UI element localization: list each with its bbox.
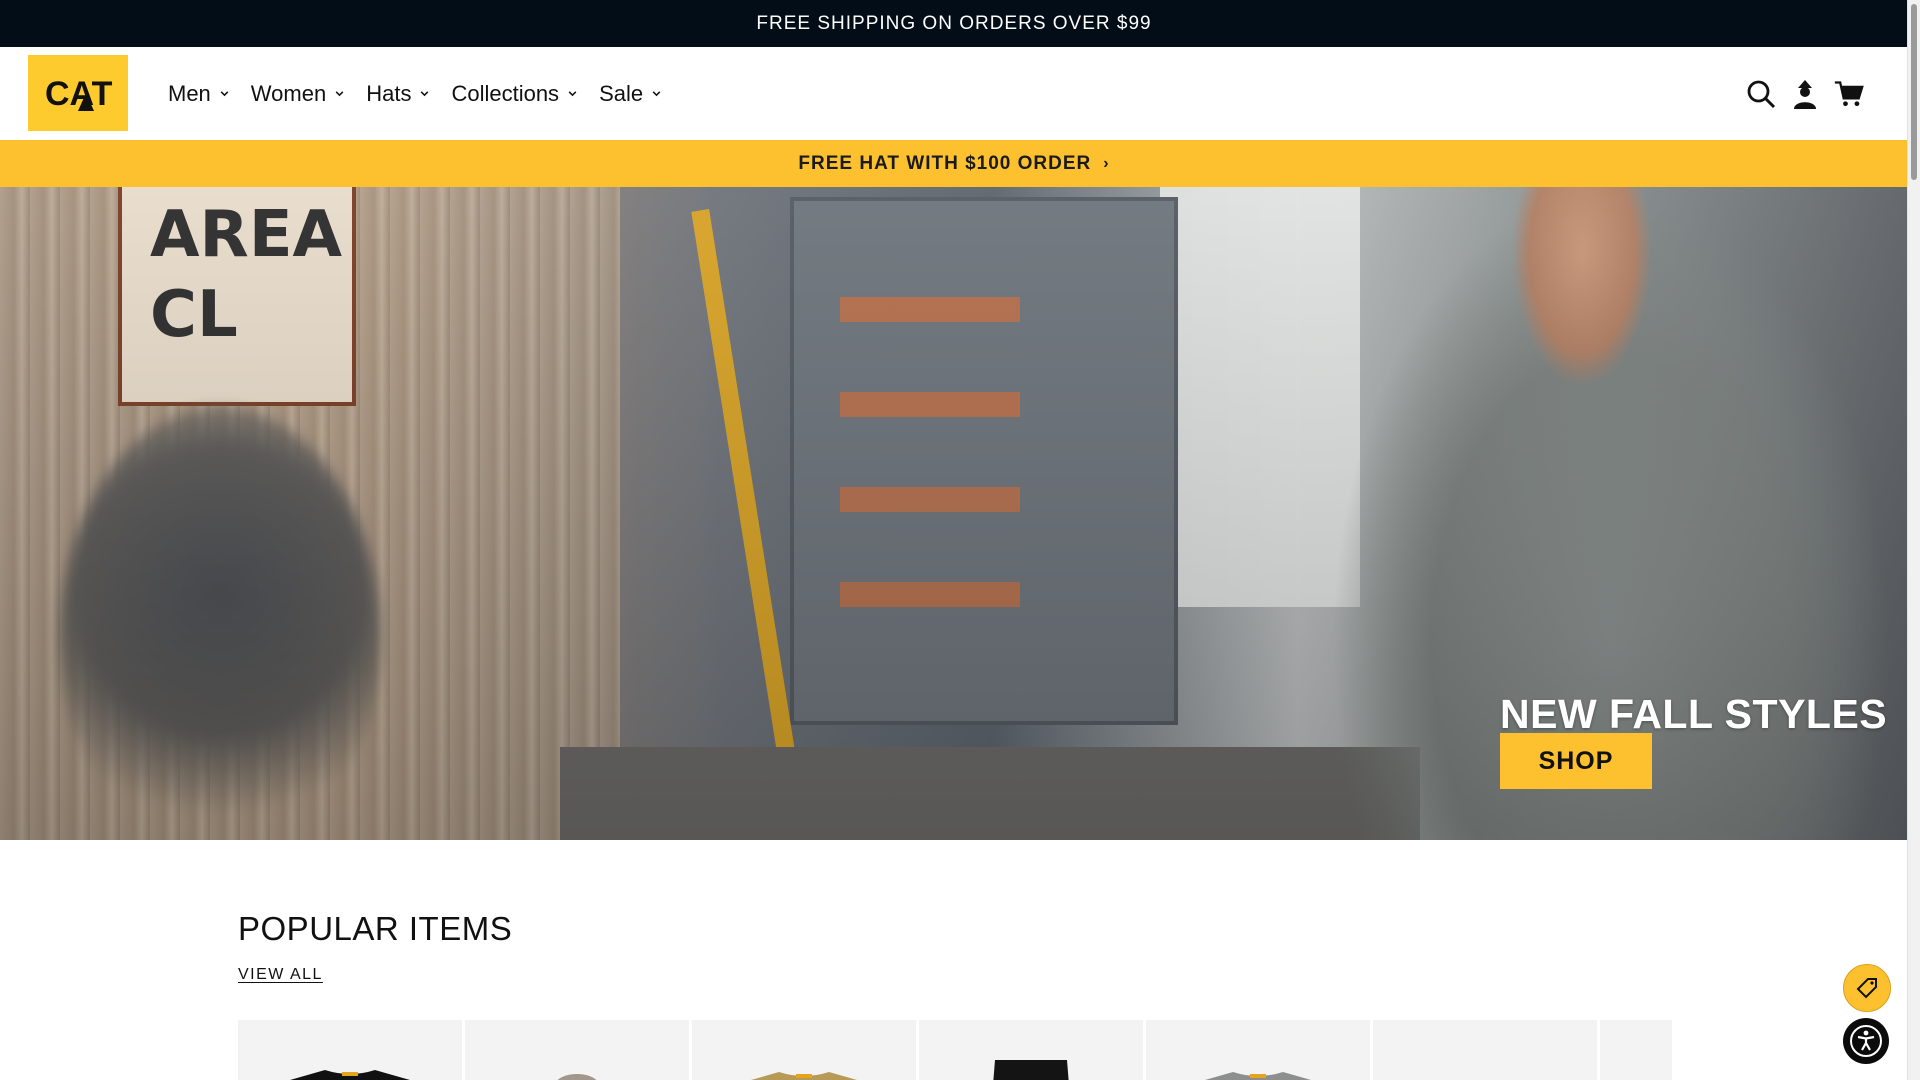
header-actions bbox=[1746, 47, 1864, 140]
chevron-down-icon bbox=[652, 91, 661, 97]
chevron-right-icon: › bbox=[1103, 154, 1110, 172]
product-card[interactable] bbox=[919, 1020, 1143, 1080]
nav-item-label: Men bbox=[168, 80, 211, 106]
nav-item-collections[interactable]: Collections bbox=[451, 81, 578, 107]
scrollbar-thumb[interactable] bbox=[1911, 4, 1917, 180]
tag-icon[interactable] bbox=[1843, 964, 1891, 1012]
svg-text:CAT: CAT bbox=[45, 75, 113, 113]
nav-item-men[interactable]: Men bbox=[168, 81, 230, 107]
scrollbar[interactable] bbox=[1907, 0, 1920, 1080]
hero-banner: AREACL NEW FALL STYLES SHOP bbox=[0, 187, 1908, 840]
promo-text: FREE HAT WITH $100 ORDER bbox=[798, 152, 1092, 174]
product-image-tan-beanie bbox=[557, 1074, 597, 1080]
product-image-black-tshirt bbox=[290, 1070, 410, 1080]
nav-item-women[interactable]: Women bbox=[251, 81, 345, 107]
product-card[interactable] bbox=[238, 1020, 462, 1080]
product-card[interactable] bbox=[692, 1020, 916, 1080]
site-header: CAT Men Women Hats Collections Sale bbox=[0, 47, 1908, 140]
product-carousel bbox=[238, 1020, 1672, 1080]
product-image-gray-tshirt bbox=[1205, 1072, 1311, 1080]
section-title: POPULAR ITEMS bbox=[238, 910, 513, 947]
shop-button[interactable]: SHOP bbox=[1500, 733, 1652, 789]
product-card[interactable] bbox=[1600, 1020, 1672, 1080]
view-all-link[interactable]: VIEW ALL bbox=[238, 966, 323, 984]
announcement-text: FREE SHIPPING ON ORDERS OVER $99 bbox=[756, 12, 1152, 34]
nav-item-sale[interactable]: Sale bbox=[599, 81, 662, 107]
chevron-down-icon bbox=[568, 91, 577, 97]
promo-bar[interactable]: FREE HAT WITH $100 ORDER › bbox=[0, 140, 1908, 187]
chevron-down-icon bbox=[421, 91, 429, 97]
nav-item-hats[interactable]: Hats bbox=[366, 81, 430, 107]
product-image-black-pants bbox=[993, 1060, 1069, 1080]
product-card[interactable] bbox=[465, 1020, 689, 1080]
product-image-tan-tshirt bbox=[751, 1072, 857, 1080]
nav-item-label: Hats bbox=[366, 80, 412, 106]
chevron-down-icon bbox=[220, 91, 229, 97]
product-image-brown-shorts bbox=[1405, 1070, 1565, 1080]
cat-logo-mark: CAT bbox=[45, 75, 113, 113]
product-card[interactable] bbox=[1373, 1020, 1597, 1080]
search-icon[interactable] bbox=[1746, 78, 1776, 110]
product-card[interactable] bbox=[1146, 1020, 1370, 1080]
announcement-bar: FREE SHIPPING ON ORDERS OVER $99 bbox=[0, 0, 1908, 47]
cart-icon[interactable] bbox=[1834, 78, 1864, 110]
nav-item-label: Sale bbox=[599, 80, 644, 106]
main-nav: Men Women Hats Collections Sale bbox=[168, 47, 683, 140]
accessibility-icon[interactable] bbox=[1843, 1018, 1889, 1064]
nav-item-label: Collections bbox=[451, 80, 560, 106]
hero-title: NEW FALL STYLES bbox=[1500, 691, 1888, 737]
account-icon[interactable] bbox=[1790, 78, 1820, 110]
chevron-down-icon bbox=[335, 91, 344, 97]
nav-item-label: Women bbox=[250, 80, 327, 106]
cat-logo[interactable]: CAT bbox=[28, 55, 128, 131]
